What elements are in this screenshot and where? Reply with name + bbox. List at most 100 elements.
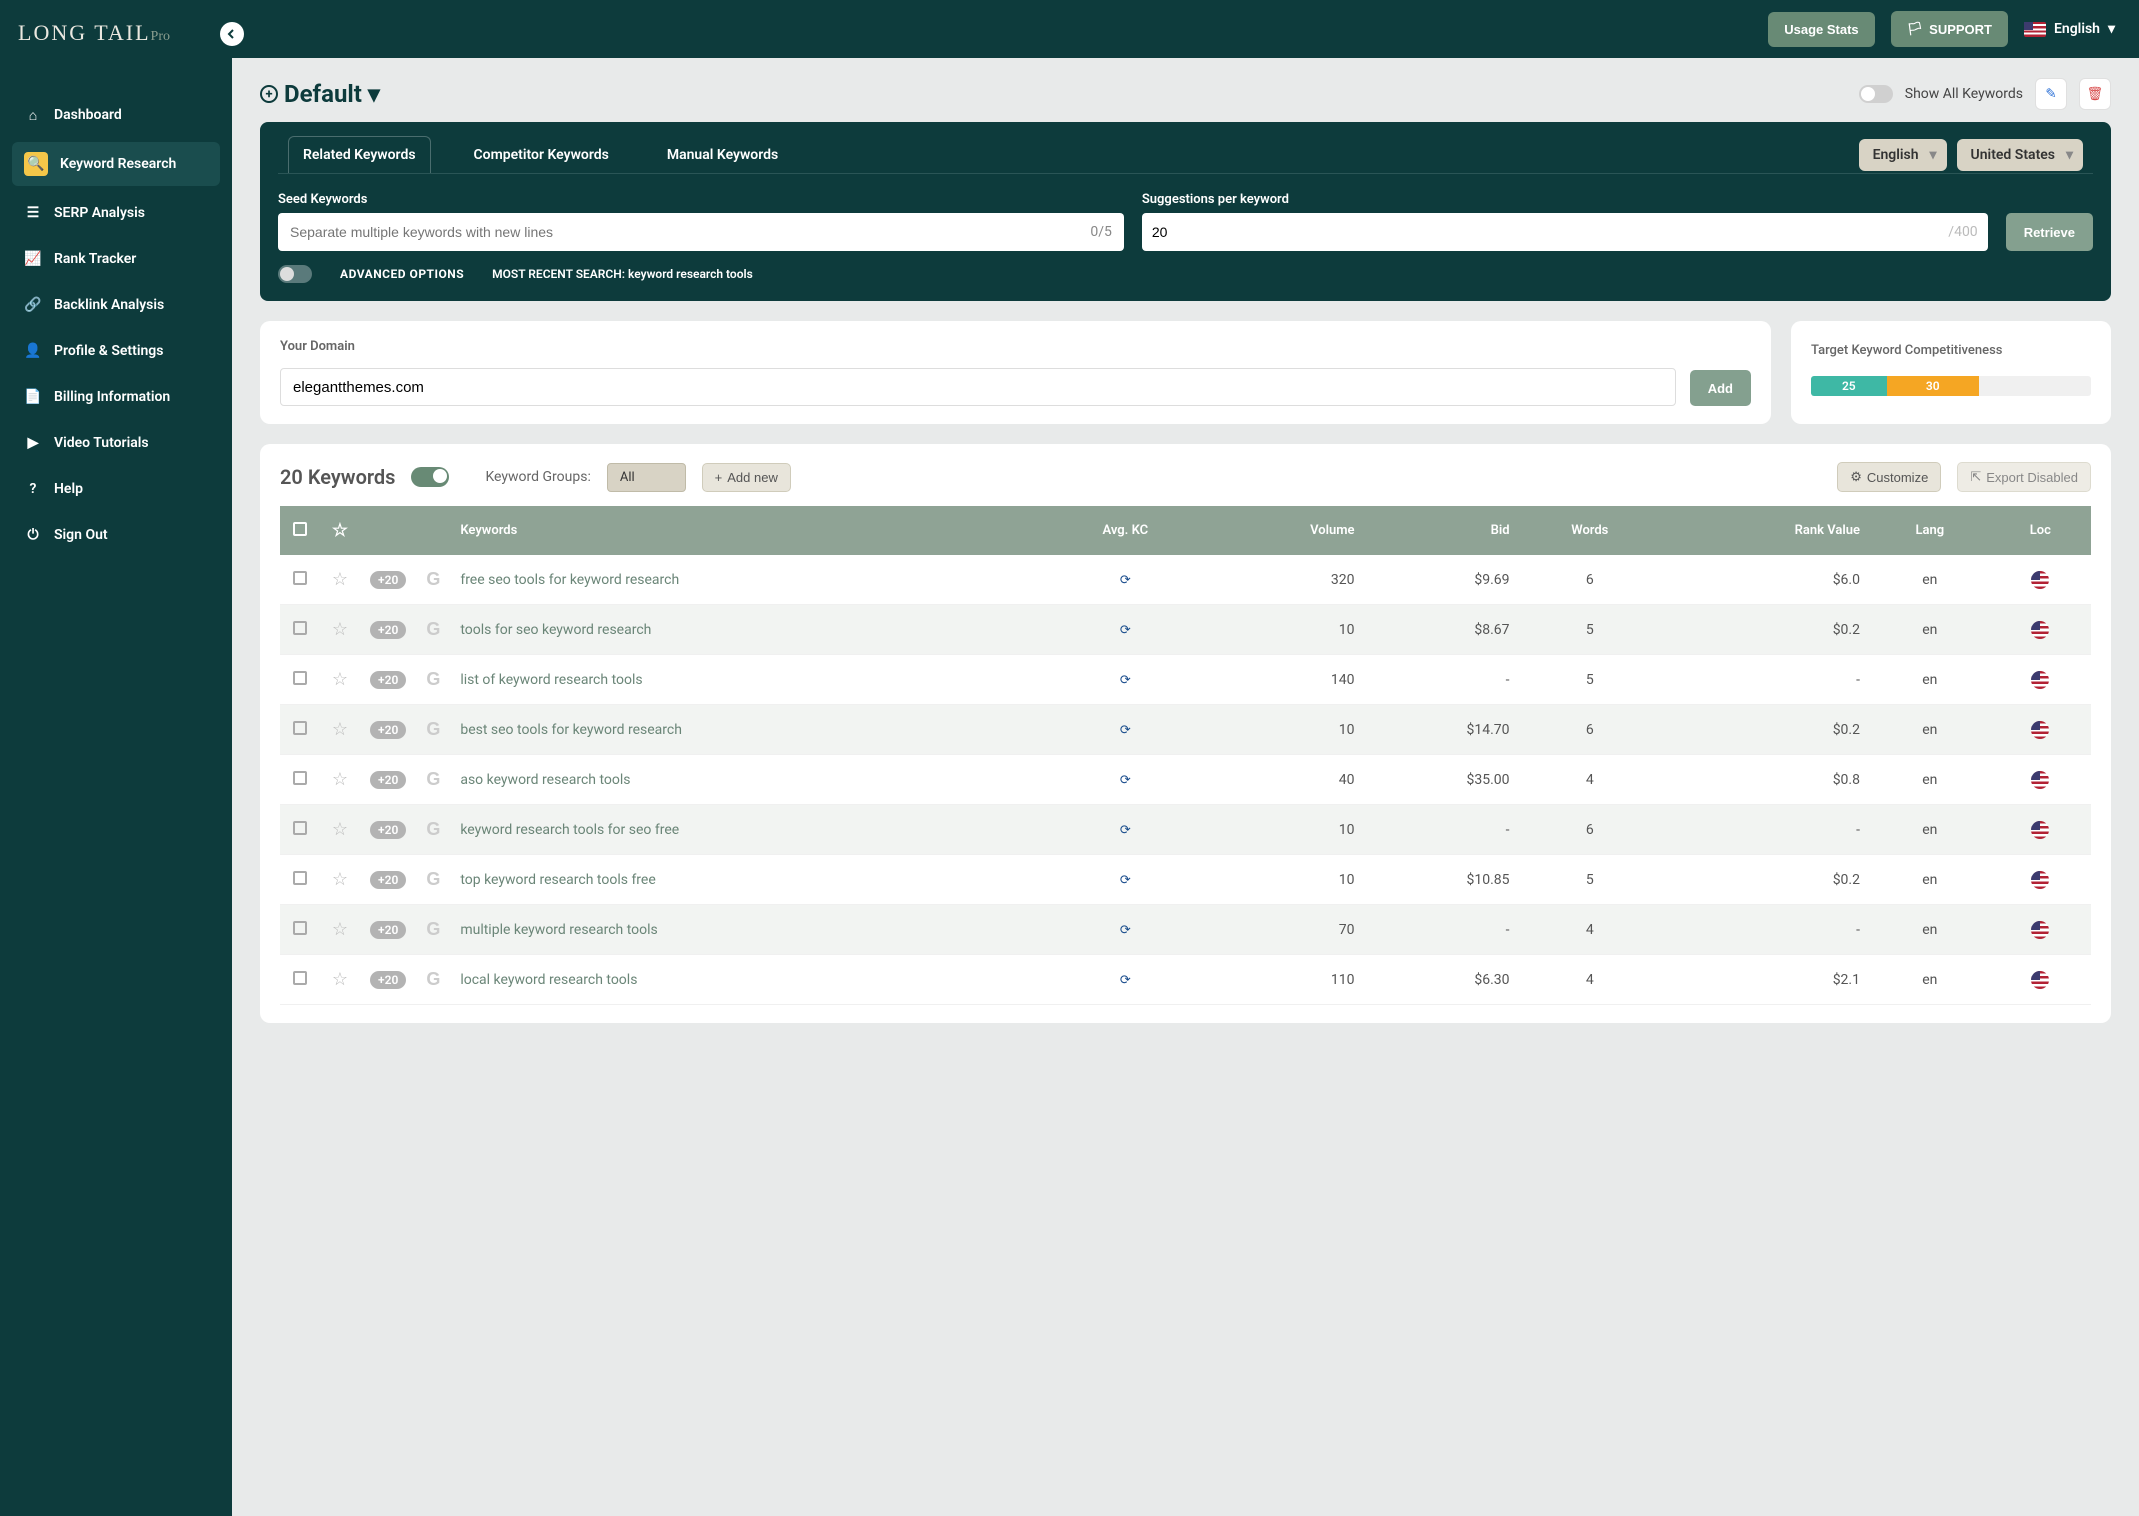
show-all-toggle[interactable]: [1859, 85, 1893, 103]
row-checkbox[interactable]: [293, 921, 307, 935]
refresh-icon[interactable]: ⟳: [1120, 873, 1131, 888]
sidebar-item-billing-information[interactable]: 📄Billing Information: [12, 378, 220, 416]
refresh-icon[interactable]: ⟳: [1120, 773, 1131, 788]
suggestions-input[interactable]: [1152, 224, 1202, 240]
loc-flag-icon: [2031, 921, 2049, 939]
refresh-icon[interactable]: ⟳: [1120, 973, 1131, 988]
col-volume[interactable]: Volume: [1206, 506, 1364, 555]
sidebar-item-sign-out[interactable]: ⏻Sign Out: [12, 516, 220, 554]
star-icon[interactable]: ☆: [332, 569, 348, 590]
refresh-icon[interactable]: ⟳: [1120, 923, 1131, 938]
col-rank-value[interactable]: Rank Value: [1660, 506, 1870, 555]
expand-badge[interactable]: +20: [370, 721, 406, 739]
star-icon[interactable]: ☆: [332, 819, 348, 840]
google-icon[interactable]: G: [426, 769, 440, 789]
keyword-link[interactable]: keyword research tools for seo free: [460, 822, 679, 838]
expand-badge[interactable]: +20: [370, 671, 406, 689]
search-language-dropdown[interactable]: English: [1859, 139, 1947, 171]
keyword-link[interactable]: list of keyword research tools: [460, 672, 642, 688]
keywords-toggle[interactable]: [411, 467, 449, 487]
google-icon[interactable]: G: [426, 719, 440, 739]
search-country-dropdown[interactable]: United States: [1957, 139, 2083, 171]
refresh-icon[interactable]: ⟳: [1120, 573, 1131, 588]
sidebar-collapse-button[interactable]: [220, 22, 244, 46]
sidebar-item-serp-analysis[interactable]: ☰SERP Analysis: [12, 194, 220, 232]
row-checkbox[interactable]: [293, 771, 307, 785]
star-icon[interactable]: ☆: [332, 619, 348, 640]
competitiveness-bar[interactable]: 25 30: [1811, 376, 2091, 396]
row-checkbox[interactable]: [293, 871, 307, 885]
keyword-link[interactable]: best seo tools for keyword research: [460, 722, 682, 738]
col-keywords[interactable]: Keywords: [450, 506, 1044, 555]
retrieve-button[interactable]: Retrieve: [2006, 213, 2093, 251]
keyword-link[interactable]: aso keyword research tools: [460, 772, 630, 788]
google-icon[interactable]: G: [426, 569, 440, 589]
star-icon[interactable]: ☆: [332, 869, 348, 890]
sidebar-item-rank-tracker[interactable]: 📈Rank Tracker: [12, 240, 220, 278]
row-checkbox[interactable]: [293, 621, 307, 635]
expand-badge[interactable]: +20: [370, 921, 406, 939]
col-bid[interactable]: Bid: [1365, 506, 1520, 555]
sidebar-item-backlink-analysis[interactable]: 🔗Backlink Analysis: [12, 286, 220, 324]
expand-badge[interactable]: +20: [370, 621, 406, 639]
col-avg-kc[interactable]: Avg. KC: [1045, 506, 1206, 555]
star-icon[interactable]: ☆: [332, 669, 348, 690]
expand-badge[interactable]: +20: [370, 971, 406, 989]
refresh-icon[interactable]: ⟳: [1120, 723, 1131, 738]
star-icon[interactable]: ☆: [332, 919, 348, 940]
delete-button[interactable]: 🗑: [2079, 78, 2111, 110]
keyword-link[interactable]: top keyword research tools free: [460, 872, 655, 888]
google-icon[interactable]: G: [426, 969, 440, 989]
row-checkbox[interactable]: [293, 821, 307, 835]
row-checkbox[interactable]: [293, 971, 307, 985]
keyword-link[interactable]: tools for seo keyword research: [460, 622, 651, 638]
keyword-link[interactable]: local keyword research tools: [460, 972, 637, 988]
keyword-groups-select[interactable]: All: [607, 463, 686, 492]
add-new-group-button[interactable]: +Add new: [702, 463, 791, 492]
sidebar-item-keyword-research[interactable]: 🔍Keyword Research: [12, 142, 220, 186]
language-selector[interactable]: English ▾: [2024, 21, 2115, 37]
expand-badge[interactable]: +20: [370, 821, 406, 839]
seed-keywords-input[interactable]: [278, 213, 1124, 251]
col-loc[interactable]: Loc: [1990, 506, 2091, 555]
advanced-options-toggle[interactable]: [278, 265, 312, 283]
star-icon[interactable]: ☆: [332, 969, 348, 990]
tab-related[interactable]: Related Keywords: [288, 136, 431, 173]
add-domain-button[interactable]: Add: [1690, 370, 1751, 406]
refresh-icon[interactable]: ⟳: [1120, 673, 1131, 688]
google-icon[interactable]: G: [426, 619, 440, 639]
row-checkbox[interactable]: [293, 671, 307, 685]
star-icon[interactable]: ☆: [332, 769, 348, 790]
star-icon[interactable]: ☆: [332, 719, 348, 740]
usage-stats-button[interactable]: Usage Stats: [1768, 12, 1874, 47]
edit-button[interactable]: ✎: [2035, 78, 2067, 110]
sidebar-item-dashboard[interactable]: ⌂Dashboard: [12, 96, 220, 134]
domain-input[interactable]: [280, 368, 1676, 406]
keyword-link[interactable]: multiple keyword research tools: [460, 922, 657, 938]
expand-badge[interactable]: +20: [370, 771, 406, 789]
col-words[interactable]: Words: [1520, 506, 1661, 555]
pencil-icon: ✎: [2045, 86, 2056, 102]
expand-badge[interactable]: +20: [370, 571, 406, 589]
tab-manual[interactable]: Manual Keywords: [652, 136, 793, 173]
select-all-checkbox[interactable]: [293, 522, 307, 536]
google-icon[interactable]: G: [426, 669, 440, 689]
support-button[interactable]: 🏳 SUPPORT: [1891, 11, 2008, 47]
google-icon[interactable]: G: [426, 919, 440, 939]
sidebar-item-help[interactable]: ?Help: [12, 470, 220, 508]
refresh-icon[interactable]: ⟳: [1120, 823, 1131, 838]
tab-competitor[interactable]: Competitor Keywords: [459, 136, 624, 173]
project-selector[interactable]: + Default ▾: [260, 80, 380, 108]
star-header-icon[interactable]: ☆: [332, 520, 348, 541]
col-lang[interactable]: Lang: [1870, 506, 1990, 555]
sidebar-item-video-tutorials[interactable]: ▶Video Tutorials: [12, 424, 220, 462]
google-icon[interactable]: G: [426, 869, 440, 889]
keyword-link[interactable]: free seo tools for keyword research: [460, 572, 679, 588]
sidebar-item-profile-settings[interactable]: 👤Profile & Settings: [12, 332, 220, 370]
row-checkbox[interactable]: [293, 721, 307, 735]
expand-badge[interactable]: +20: [370, 871, 406, 889]
refresh-icon[interactable]: ⟳: [1120, 623, 1131, 638]
customize-button[interactable]: ⚙Customize: [1837, 462, 1941, 492]
row-checkbox[interactable]: [293, 571, 307, 585]
google-icon[interactable]: G: [426, 819, 440, 839]
